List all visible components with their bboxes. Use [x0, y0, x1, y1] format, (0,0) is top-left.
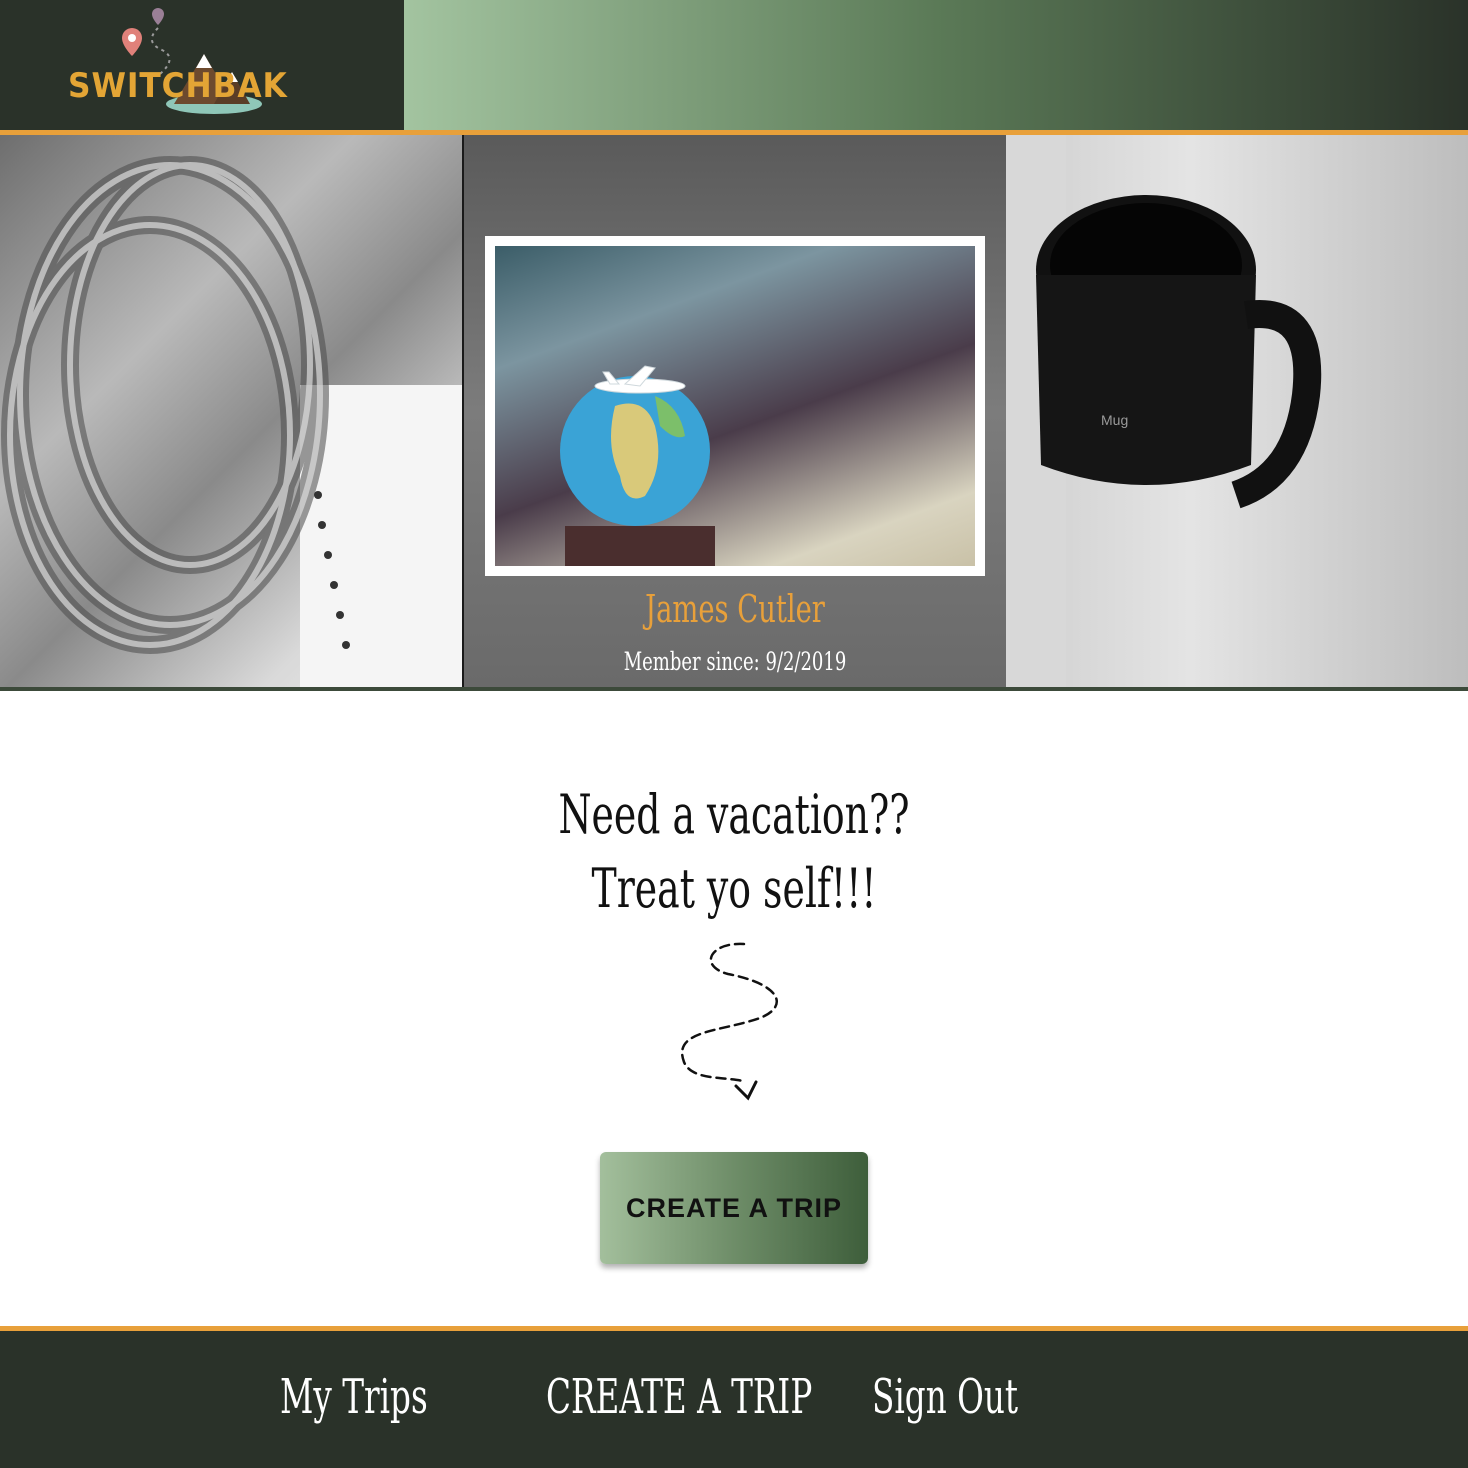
footer-nav: My Trips CREATE A TRIP Sign Out — [0, 1326, 1468, 1468]
profile-photo-frame — [485, 236, 985, 576]
mug-image: Mug — [1006, 135, 1322, 691]
footer-link-my-trips[interactable]: My Trips — [280, 1369, 428, 1425]
hero-background-mug: Mug — [1006, 135, 1468, 691]
profile-card: James Cutler Member since: 9/2/2019 — [462, 135, 1008, 689]
create-trip-button[interactable]: CREATE A TRIP — [600, 1152, 868, 1264]
dashed-arrow-icon — [680, 942, 778, 1101]
logo-text: SWITCHBAK — [68, 66, 288, 106]
hero-background-rope — [0, 135, 462, 691]
svg-text:Mug: Mug — [1101, 412, 1128, 428]
tagline-line-2: Treat yo self!!! — [591, 857, 877, 920]
profile-photo[interactable] — [495, 246, 975, 566]
profile-name: James Cutler — [645, 587, 825, 631]
hero-divider — [0, 687, 1468, 691]
profile-hero: James Cutler Member since: 9/2/2019 Mug — [0, 135, 1468, 691]
footer-link-create-trip[interactable]: CREATE A TRIP — [546, 1369, 812, 1425]
footer-link-sign-out[interactable]: Sign Out — [872, 1369, 1018, 1425]
switchbak-logo[interactable]: SWITCHBAK — [64, 4, 287, 122]
member-since-date: Member since: 9/2/2019 — [623, 647, 847, 676]
header-gradient-banner — [404, 0, 1468, 130]
globe-airplane-image — [560, 365, 715, 566]
rope-image — [1, 156, 462, 691]
tagline: Need a vacation?? Treat yo self!!! — [524, 778, 944, 926]
tagline-line-1: Need a vacation?? — [558, 783, 910, 846]
header-bar: SWITCHBAK — [0, 0, 1468, 130]
